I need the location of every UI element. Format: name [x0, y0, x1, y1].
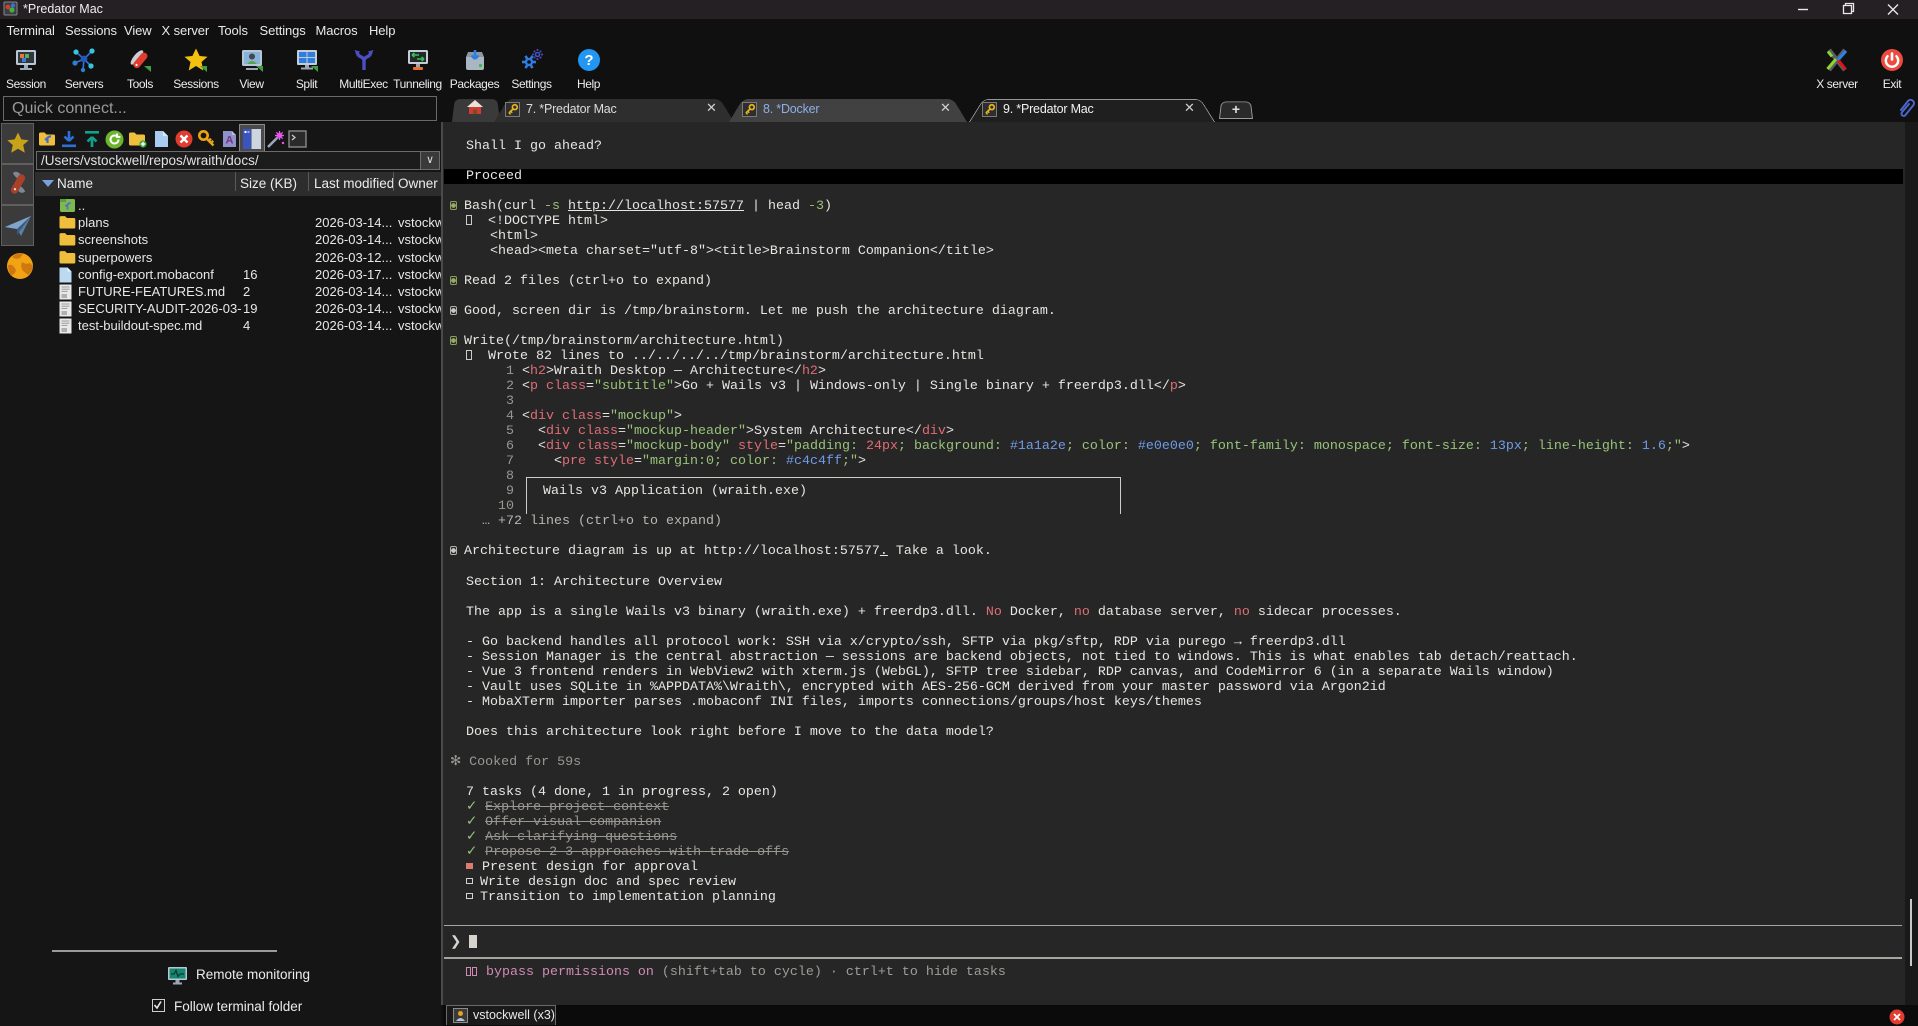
svg-text:A: A [226, 135, 234, 147]
svg-text:?: ? [584, 52, 593, 69]
